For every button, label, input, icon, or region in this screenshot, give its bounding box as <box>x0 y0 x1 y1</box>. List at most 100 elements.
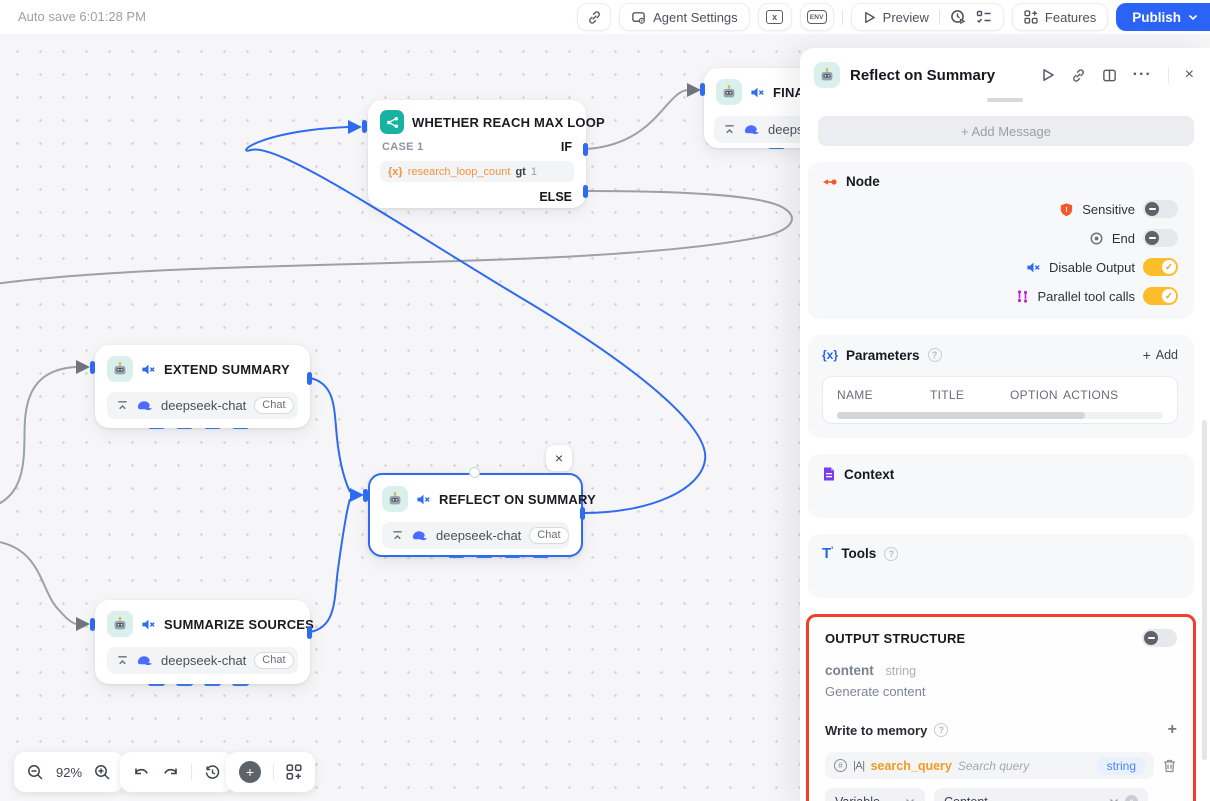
output-port[interactable] <box>580 507 585 520</box>
collapse-icon[interactable] <box>116 399 129 412</box>
split-view-icon[interactable] <box>1102 68 1117 83</box>
publish-button[interactable]: Publish <box>1116 3 1210 31</box>
input-port[interactable] <box>363 489 368 502</box>
parameters-title: Parameters <box>846 347 920 363</box>
variable-select[interactable]: Variable <box>825 788 925 801</box>
parameters-icon: {x} <box>822 348 839 362</box>
zoom-out-icon[interactable] <box>27 764 44 781</box>
condition-expression[interactable]: {x} research_loop_count gt 1 <box>380 161 574 182</box>
condition-value: 1 <box>530 165 537 178</box>
env-icon: ENV <box>806 10 827 24</box>
horizontal-scrollbar[interactable] <box>837 412 1163 419</box>
version-history-icon[interactable] <box>204 764 221 781</box>
add-parameter-button[interactable]: + Add <box>1143 347 1178 363</box>
case-label: CASE 1 <box>382 141 424 153</box>
deepseek-logo-icon <box>412 529 428 542</box>
zoom-level: 92% <box>56 764 83 780</box>
robot-icon <box>107 356 133 382</box>
close-tag-button[interactable]: x <box>757 3 792 31</box>
link-icon[interactable] <box>1071 68 1086 83</box>
features-icon <box>1024 10 1038 24</box>
if-label: IF <box>560 140 572 154</box>
input-port[interactable] <box>362 120 367 133</box>
sensitive-toggle[interactable] <box>1143 200 1178 218</box>
close-node-button[interactable]: × <box>546 445 572 471</box>
environment-variables-button[interactable]: ENV <box>799 3 834 31</box>
layout-grid-icon[interactable] <box>286 764 302 780</box>
else-output-port[interactable] <box>583 185 588 198</box>
node-reflect-on-summary[interactable]: REFLECT ON SUMMARY deepseek-chat Chat <box>368 473 596 557</box>
undo-icon[interactable] <box>133 765 150 780</box>
field-type: string <box>885 664 917 678</box>
type-badge: string <box>1097 756 1145 775</box>
memory-variable-description: Search query <box>957 758 1030 773</box>
chat-mode-badge: Chat <box>254 652 294 669</box>
help-icon[interactable]: ? <box>927 348 942 362</box>
disable-output-toggle[interactable]: ✓ <box>1143 258 1178 276</box>
more-options-icon[interactable]: ··· <box>1133 66 1152 84</box>
agent-settings-button[interactable]: Agent Settings <box>619 3 750 31</box>
run-node-icon[interactable] <box>1041 68 1055 82</box>
output-port[interactable] <box>307 626 312 639</box>
toggle-label: Parallel tool calls <box>1037 288 1135 304</box>
memory-icon: # <box>834 759 847 772</box>
node-extend-summary[interactable]: EXTEND SUMMARY deepseek-chat Chat <box>95 345 310 428</box>
context-card[interactable]: Context <box>808 454 1194 518</box>
help-icon[interactable]: ? <box>884 546 899 561</box>
output-structure-card: OUTPUT STRUCTURE content string Generate… <box>806 614 1196 801</box>
node-whether-reach-max-loop[interactable]: WHETHER REACH MAX LOOP CASE 1 IF {x} res… <box>368 100 605 208</box>
add-memory-write-button[interactable]: + <box>1168 721 1177 739</box>
toggle-label: End <box>1111 230 1135 246</box>
deepseek-logo-icon <box>137 399 153 412</box>
input-port[interactable] <box>700 83 705 96</box>
history-controls <box>120 752 234 792</box>
zoom-in-icon[interactable] <box>94 764 111 781</box>
add-message-button[interactable]: + Add Message <box>818 116 1194 146</box>
deepseek-logo-icon <box>137 654 153 667</box>
collapse-icon[interactable] <box>723 123 736 136</box>
task-list-icon[interactable] <box>976 10 992 24</box>
input-port[interactable] <box>90 361 95 374</box>
mute-icon <box>1026 260 1041 275</box>
input-port[interactable] <box>90 618 95 631</box>
agent-settings-icon <box>632 11 645 24</box>
panel-drag-handle[interactable] <box>987 98 1023 102</box>
copy-link-button[interactable] <box>577 3 612 31</box>
end-toggle[interactable] <box>1143 229 1178 247</box>
add-node-button[interactable]: + <box>239 761 261 783</box>
memory-variable-row[interactable]: # |A| search_query Search query string <box>825 752 1154 779</box>
end-target-icon <box>1089 231 1104 246</box>
condition-operator: gt <box>515 165 526 178</box>
clear-selection-icon[interactable]: × <box>1125 795 1138 801</box>
mute-icon <box>750 85 765 100</box>
tools-card[interactable]: T' Tools ? <box>808 534 1194 598</box>
node-title: WHETHER REACH MAX LOOP <box>412 114 605 130</box>
collapse-icon[interactable] <box>116 654 129 667</box>
parallel-tool-calls-toggle[interactable]: ✓ <box>1143 287 1178 305</box>
features-button[interactable]: Features <box>1011 3 1109 31</box>
memory-variable-name: search_query <box>870 758 952 773</box>
context-document-icon <box>822 466 836 482</box>
node-top-handle[interactable] <box>469 467 480 478</box>
robot-icon <box>382 486 408 512</box>
delete-icon[interactable] <box>1162 758 1177 774</box>
close-panel-icon[interactable]: × <box>1185 66 1194 84</box>
help-icon[interactable]: ? <box>934 723 949 737</box>
tools-title: Tools <box>841 546 877 561</box>
model-name: deepseek-chat <box>161 398 247 413</box>
collapse-icon[interactable] <box>391 529 404 542</box>
panel-scrollbar[interactable] <box>1202 420 1207 760</box>
divider <box>1167 67 1169 83</box>
node-icon <box>822 175 838 189</box>
content-select[interactable]: Content × <box>934 788 1148 801</box>
output-port[interactable] <box>307 372 312 385</box>
redo-icon[interactable] <box>162 765 179 780</box>
model-name: deepseek-chat <box>161 653 247 668</box>
if-output-port[interactable] <box>583 143 588 156</box>
preview-button[interactable]: Preview <box>863 10 929 25</box>
mute-icon <box>416 492 431 507</box>
node-title: REFLECT ON SUMMARY <box>439 491 596 507</box>
scheduled-runs-icon[interactable] <box>950 9 966 25</box>
node-summarize-sources[interactable]: SUMMARIZE SOURCES deepseek-chat Chat <box>95 600 314 684</box>
output-structure-toggle[interactable] <box>1142 629 1177 647</box>
